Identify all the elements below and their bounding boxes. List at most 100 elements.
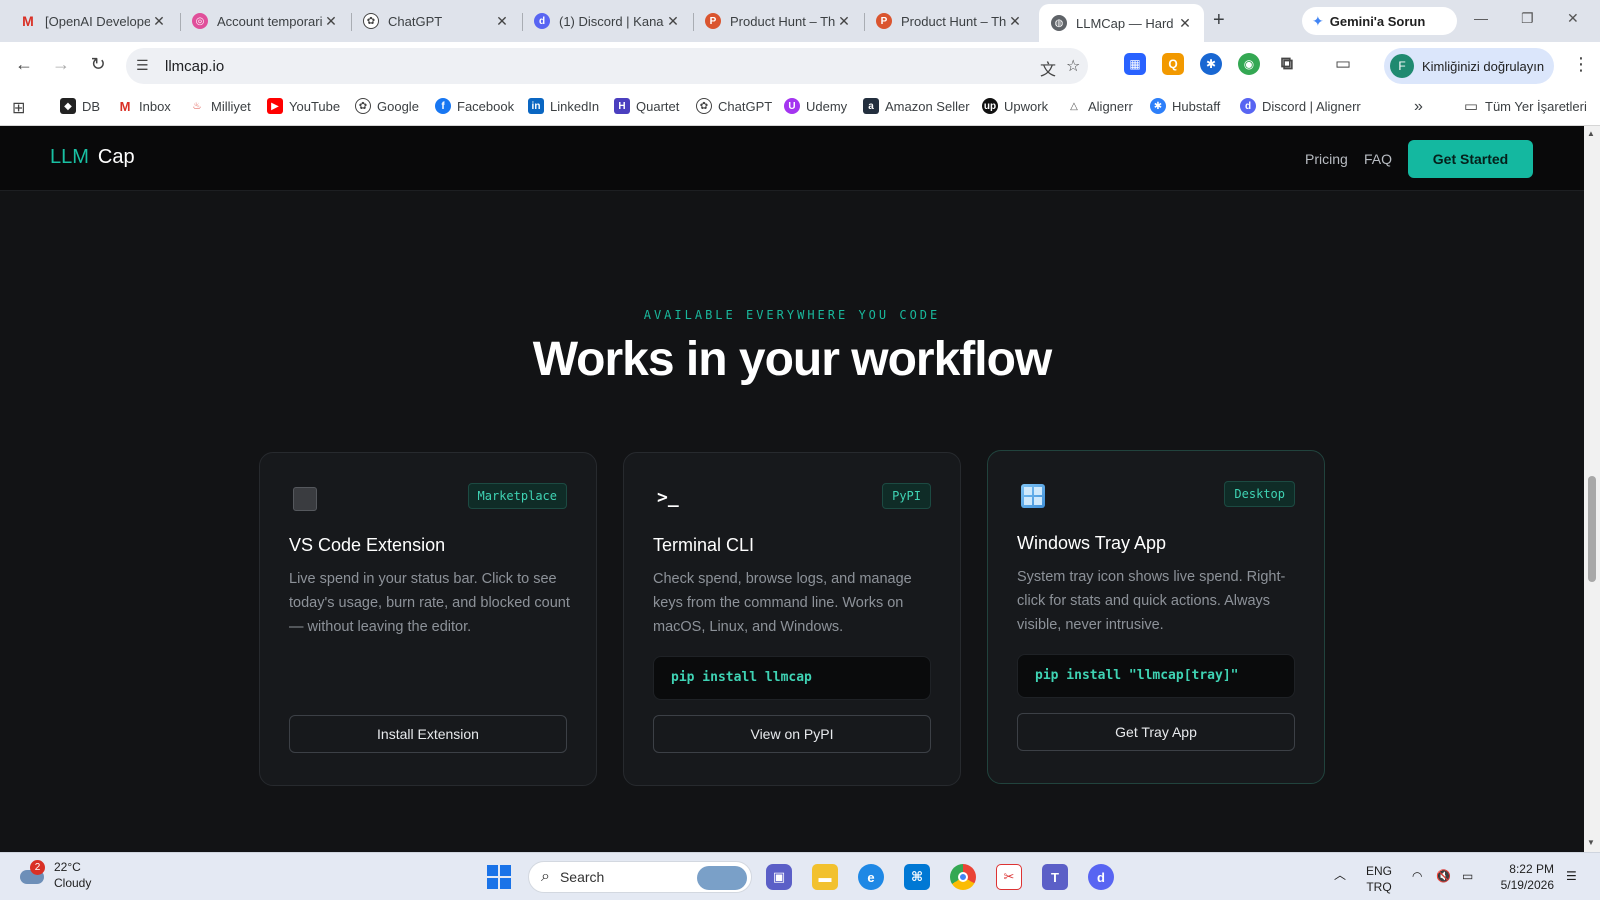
- forward-icon[interactable]: →: [49, 54, 73, 75]
- discord-icon[interactable]: d: [1088, 864, 1114, 890]
- menu-kebab-icon[interactable]: ⋮: [1572, 54, 1590, 75]
- screen-search-icon[interactable]: ▭: [1332, 53, 1354, 75]
- extension-blue-icon[interactable]: ✱: [1200, 53, 1222, 75]
- close-tab-icon[interactable]: ✕: [322, 13, 340, 30]
- reload-icon[interactable]: ↻: [86, 54, 110, 75]
- close-window-icon[interactable]: ✕: [1567, 10, 1579, 27]
- bookmark-label: Facebook: [457, 98, 515, 114]
- card-title: Terminal CLI: [653, 535, 755, 555]
- new-tab-button[interactable]: +: [1213, 9, 1225, 32]
- nav-faq-link[interactable]: FAQ: [1364, 151, 1392, 167]
- bookmark-item[interactable]: ♨ Milliyet: [189, 98, 251, 114]
- browser-tab[interactable]: ✿ ChatGPT ✕: [351, 6, 521, 36]
- bookmark-label: Udemy: [806, 98, 848, 114]
- language-indicator[interactable]: ENG TRQ: [1366, 863, 1392, 895]
- page-scrollbar[interactable]: ▲ ▼: [1584, 126, 1600, 852]
- extension-orange-icon[interactable]: Q: [1162, 53, 1184, 75]
- back-icon[interactable]: ←: [12, 54, 36, 75]
- producthunt-icon: P: [705, 13, 721, 29]
- logo-cap: Cap: [97, 146, 135, 168]
- google-icon: ✿: [355, 98, 371, 114]
- apps-grid-icon[interactable]: ⊞: [12, 98, 25, 118]
- browser-tab[interactable]: P Product Hunt – Th ✕: [864, 6, 1034, 36]
- system-clock[interactable]: 8:22 PM 5/19/2026: [1494, 861, 1554, 893]
- bookmark-item[interactable]: △ Alignerr: [1066, 98, 1133, 114]
- extension-grid-icon[interactable]: ▦: [1124, 53, 1146, 75]
- bookmark-item[interactable]: U Udemy: [784, 98, 847, 114]
- bookmark-item[interactable]: in LinkedIn: [528, 98, 599, 114]
- snipping-tool-icon[interactable]: ✂: [996, 864, 1022, 890]
- scroll-down-icon[interactable]: ▼: [1587, 838, 1595, 847]
- browser-tab-active[interactable]: ◍ LLMCap — Hard ✕: [1039, 4, 1204, 42]
- bookmark-item[interactable]: ✿ ChatGPT: [696, 98, 772, 114]
- browser-tab[interactable]: P Product Hunt – Th ✕: [693, 6, 863, 36]
- install-command[interactable]: pip install "llmcap[tray]": [1017, 654, 1295, 698]
- wifi-icon[interactable]: ◠: [1412, 868, 1422, 884]
- bookmark-item[interactable]: ✱ Hubstaff: [1150, 98, 1220, 114]
- close-tab-icon[interactable]: ✕: [664, 13, 682, 30]
- scrollbar-thumb[interactable]: [1588, 476, 1596, 582]
- all-bookmarks-folder[interactable]: ▭ Tüm Yer İşaretleri: [1463, 98, 1587, 115]
- restore-icon[interactable]: ❐: [1521, 10, 1534, 27]
- nav-pricing-link[interactable]: Pricing: [1305, 151, 1348, 167]
- get-started-button[interactable]: Get Started: [1408, 140, 1533, 178]
- vscode-icon[interactable]: ⌘: [904, 864, 930, 890]
- bookmark-star-icon[interactable]: ☆: [1066, 56, 1080, 76]
- install-command[interactable]: pip install llmcap: [653, 656, 931, 700]
- bookmark-item[interactable]: ◆ DB: [60, 98, 100, 114]
- globe-icon: ◍: [1051, 15, 1067, 31]
- close-tab-icon[interactable]: ✕: [835, 13, 853, 30]
- terminal-prompt-icon: >_: [657, 487, 679, 508]
- avatar: F: [1390, 54, 1414, 78]
- address-bar[interactable]: ☰ llmcap.io 文 ☆: [126, 48, 1088, 84]
- gemini-label: Gemini'a Sorun: [1329, 13, 1426, 29]
- close-tab-icon[interactable]: ✕: [150, 13, 168, 30]
- gemini-button[interactable]: ✦ Gemini'a Sorun: [1302, 7, 1457, 35]
- chrome-icon[interactable]: [950, 864, 976, 890]
- extension-green-icon[interactable]: ◉: [1238, 53, 1260, 75]
- bookmark-item[interactable]: M Inbox: [117, 98, 171, 114]
- minimize-icon[interactable]: —: [1474, 10, 1488, 26]
- notifications-icon[interactable]: ☰: [1566, 868, 1577, 884]
- extensions-puzzle-icon[interactable]: ⧉: [1276, 53, 1298, 75]
- bookmark-item[interactable]: a Amazon Seller: [863, 98, 970, 114]
- bookmark-item[interactable]: d Discord | Alignerr: [1240, 98, 1361, 114]
- site-logo[interactable]: LLM Cap: [50, 146, 135, 169]
- weather-widget[interactable]: 2 22°C Cloudy: [18, 859, 91, 891]
- view-on-pypi-button[interactable]: View on PyPI: [653, 715, 931, 753]
- bookmark-item[interactable]: ▶ YouTube: [267, 98, 340, 114]
- teams-icon[interactable]: T: [1042, 864, 1068, 890]
- bookmark-item[interactable]: f Facebook: [435, 98, 514, 114]
- close-tab-icon[interactable]: ✕: [1176, 15, 1194, 32]
- browser-tab[interactable]: d (1) Discord | Kanal ✕: [522, 6, 692, 36]
- file-explorer-icon[interactable]: ▬: [812, 864, 838, 890]
- windows-start-icon[interactable]: [486, 864, 512, 890]
- profile-button[interactable]: F Kimliğinizi doğrulayın: [1384, 48, 1554, 84]
- translate-icon[interactable]: 文: [1040, 56, 1056, 80]
- show-hidden-icons-chevron[interactable]: ︿: [1334, 867, 1346, 883]
- bookmark-item[interactable]: up Upwork: [982, 98, 1048, 114]
- battery-icon[interactable]: ▭: [1462, 868, 1473, 884]
- get-tray-app-button[interactable]: Get Tray App: [1017, 713, 1295, 751]
- more-bookmarks-chevron-icon[interactable]: »: [1414, 98, 1423, 116]
- gemini-sparkle-icon: ✦: [1312, 12, 1324, 29]
- speaker-muted-icon[interactable]: 🔇: [1436, 868, 1451, 884]
- close-tab-icon[interactable]: ✕: [1006, 13, 1024, 30]
- weather-temp: 22°C: [54, 860, 81, 874]
- browser-tab[interactable]: ◎ Account temporarily ✕: [180, 6, 350, 36]
- url-text[interactable]: llmcap.io: [165, 58, 224, 75]
- teams-meet-icon[interactable]: ▣: [766, 864, 792, 890]
- edge-icon[interactable]: e: [858, 864, 884, 890]
- browser-tab[interactable]: M [OpenAI Developer ✕: [8, 6, 178, 36]
- taskbar-search[interactable]: ⌕ Search: [528, 861, 752, 893]
- site-info-icon[interactable]: ☰: [136, 57, 149, 74]
- install-extension-button[interactable]: Install Extension: [289, 715, 567, 753]
- close-tab-icon[interactable]: ✕: [493, 13, 511, 30]
- scroll-up-icon[interactable]: ▲: [1587, 129, 1595, 138]
- bookmark-item[interactable]: H Quartet: [614, 98, 679, 114]
- gmail-icon: M: [22, 13, 34, 29]
- lang-top: ENG: [1366, 864, 1393, 878]
- weather-desc: Cloudy: [54, 876, 92, 890]
- bookmark-item[interactable]: ✿ Google: [355, 98, 419, 114]
- section-title: Works in your workflow: [532, 333, 1053, 386]
